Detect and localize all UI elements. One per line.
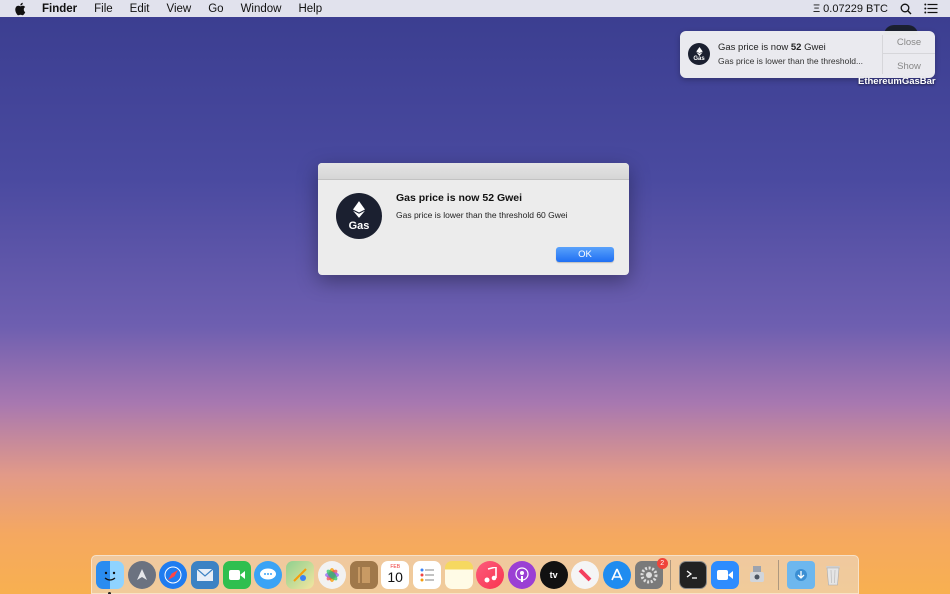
spotlight-search-icon[interactable]	[900, 3, 912, 15]
messages-icon[interactable]	[254, 560, 283, 589]
alert-dialog: Gas Gas price is now 52 Gwei Gas price i…	[318, 163, 629, 275]
trash-icon[interactable]	[819, 561, 847, 589]
menu-bar: Finder File Edit View Go Window Help Ξ 0…	[0, 0, 950, 17]
menu-view[interactable]: View	[167, 3, 192, 15]
calendar-day: 10	[387, 569, 403, 585]
photos-icon[interactable]	[317, 560, 346, 589]
notification-close-button[interactable]: Close	[883, 31, 935, 54]
music-icon[interactable]	[476, 560, 505, 589]
calendar-icon[interactable]: FEB 10	[381, 560, 410, 589]
downloads-folder-icon[interactable]	[787, 560, 816, 589]
btc-status-item[interactable]: Ξ 0.07229 BTC	[813, 3, 888, 15]
apple-menu-icon[interactable]	[14, 2, 30, 16]
notification-banner[interactable]: Gas Gas price is now 52 Gwei Gas price i…	[680, 31, 935, 78]
ok-button[interactable]: OK	[556, 247, 614, 262]
terminal-icon[interactable]	[679, 560, 708, 589]
notification-show-button[interactable]: Show	[883, 55, 935, 78]
apple-tv-icon[interactable]: tv	[539, 560, 568, 589]
podcasts-icon[interactable]	[507, 560, 536, 589]
menu-file[interactable]: File	[94, 3, 113, 15]
notification-gas-icon: Gas	[688, 43, 710, 65]
app-store-icon[interactable]	[603, 560, 631, 589]
dock-separator-2	[778, 559, 780, 590]
menu-go[interactable]: Go	[208, 3, 223, 15]
mail-icon[interactable]	[191, 560, 220, 589]
system-preferences-icon[interactable]: 2	[634, 557, 668, 589]
finder-icon[interactable]	[96, 560, 124, 594]
gas-app-icon: Gas	[336, 193, 382, 239]
maps-icon[interactable]	[286, 560, 315, 589]
dock: FEB 10 tv 2	[91, 555, 859, 594]
dialog-title: Gas price is now 52 Gwei	[396, 192, 523, 204]
facetime-icon[interactable]	[222, 560, 251, 589]
system-preferences-badge: 2	[656, 557, 668, 569]
news-icon[interactable]	[571, 560, 600, 589]
notebook-icon[interactable]	[349, 560, 378, 589]
menu-finder[interactable]: Finder	[42, 3, 77, 15]
reminders-icon[interactable]	[412, 560, 441, 589]
dock-separator	[670, 559, 672, 590]
dialog-titlebar[interactable]	[318, 163, 629, 180]
safari-icon[interactable]	[159, 560, 188, 589]
notification-body: Gas price is lower than the threshold...	[718, 56, 864, 66]
menu-edit[interactable]: Edit	[130, 3, 150, 15]
desktop-app-label[interactable]: EthereumGasBar	[858, 76, 936, 87]
dialog-message: Gas price is lower than the threshold 60…	[396, 210, 568, 220]
notification-title: Gas price is now 52 Gwei	[718, 42, 826, 53]
menu-help[interactable]: Help	[298, 3, 322, 15]
utility-icon[interactable]	[743, 561, 771, 589]
zoom-icon[interactable]	[711, 560, 740, 589]
notes-icon[interactable]	[444, 560, 473, 589]
control-center-list-icon[interactable]	[924, 3, 938, 14]
menu-window[interactable]: Window	[241, 3, 282, 15]
launchpad-icon[interactable]	[127, 560, 156, 589]
